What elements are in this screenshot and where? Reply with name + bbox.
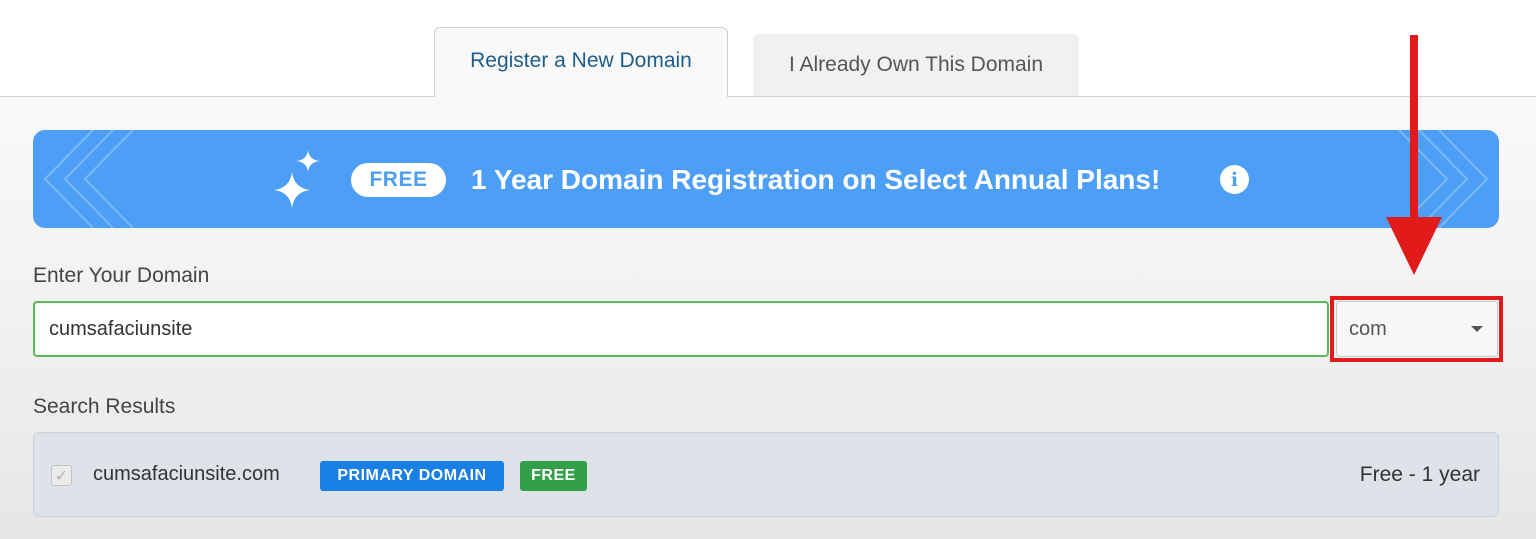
tab-register-new-domain[interactable]: Register a New Domain <box>434 27 728 97</box>
free-domain-badge: FREE <box>520 461 587 491</box>
primary-domain-badge: PRIMARY DOMAIN <box>320 461 504 491</box>
result-domain: cumsafaciunsite.com <box>93 463 280 485</box>
tab-already-own-domain[interactable]: I Already Own This Domain <box>753 34 1079 96</box>
chevron-pattern-left <box>43 130 134 228</box>
result-price: Free - 1 year <box>1359 463 1480 486</box>
free-badge: FREE <box>351 163 446 197</box>
result-checkbox[interactable]: ✓ <box>51 465 72 486</box>
search-results-label: Search Results <box>33 395 176 418</box>
banner-text: 1 Year Domain Registration on Select Ann… <box>471 164 1161 195</box>
domain-label: Enter Your Domain <box>33 264 210 287</box>
domain-input[interactable] <box>33 301 1329 357</box>
red-arrow-annotation <box>1386 35 1442 275</box>
annotation-highlight-box <box>1330 296 1503 362</box>
sparkle-icon <box>274 150 320 208</box>
info-icon[interactable]: i <box>1220 165 1249 194</box>
